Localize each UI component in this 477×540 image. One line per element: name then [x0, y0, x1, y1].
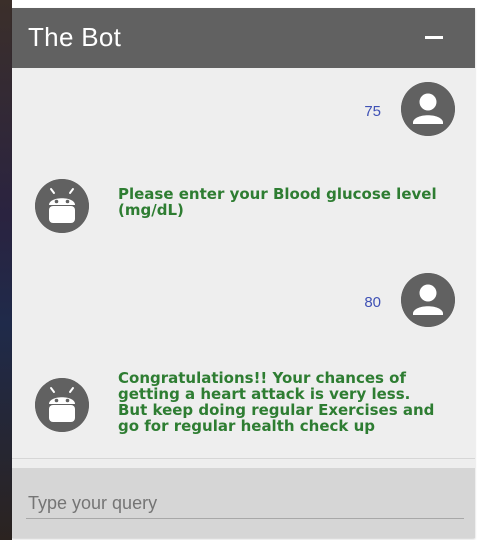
message-list[interactable]: 75 Please enter your Blood glucose level… — [12, 68, 475, 468]
bot-message-text: Please enter your Blood glucose level (m… — [118, 185, 437, 219]
bot-message-text: Congratulations!! Your chances of gettin… — [118, 369, 435, 435]
user-message-text: 80 — [364, 294, 381, 311]
background-edge — [0, 0, 12, 540]
minimize-button[interactable] — [425, 36, 447, 40]
chat-widget: The Bot 75 Please enter your Blood gluco… — [12, 8, 475, 538]
query-input[interactable] — [26, 488, 464, 519]
user-message: 80 — [12, 252, 475, 349]
chat-title: The Bot — [28, 22, 122, 52]
minus-icon — [425, 36, 443, 39]
input-area — [12, 468, 475, 538]
user-avatar-icon — [401, 273, 455, 327]
chat-header: The Bot — [12, 8, 475, 68]
android-robot-icon — [35, 378, 89, 432]
bot-message: Please enter your Blood glucose level (m… — [12, 156, 475, 253]
user-message: 75 — [12, 68, 475, 157]
user-avatar-icon — [401, 82, 455, 136]
user-message-text: 75 — [364, 103, 381, 120]
screen: The Bot 75 Please enter your Blood gluco… — [0, 0, 477, 540]
android-robot-icon — [35, 179, 89, 233]
bot-message: Congratulations!! Your chances of gettin… — [12, 348, 475, 459]
